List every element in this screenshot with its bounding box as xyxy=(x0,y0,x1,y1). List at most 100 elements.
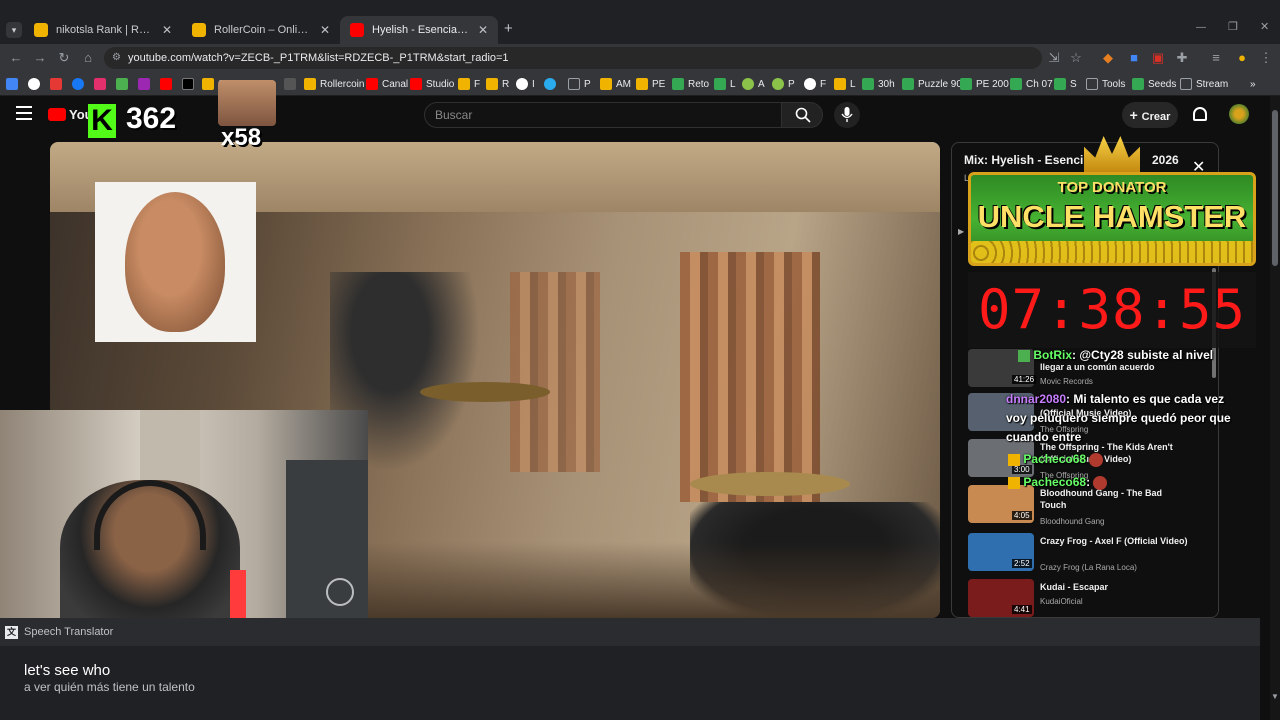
bookmark-item[interactable]: I xyxy=(516,76,535,92)
extension-3-icon[interactable]: ▣ xyxy=(1150,50,1166,66)
reload-icon[interactable]: ↻ xyxy=(56,50,72,66)
chat-message: Pacheco68 xyxy=(1008,452,1208,467)
restore-icon[interactable]: ❐ xyxy=(1228,20,1238,33)
search-input[interactable]: Buscar xyxy=(424,102,782,128)
bookmark-icon[interactable] xyxy=(544,76,556,92)
close-tab-icon[interactable]: ✕ xyxy=(478,23,488,37)
chat-message: BotRix: @Cty28 subiste al nivel xyxy=(1018,348,1268,363)
bookmark-item[interactable]: Ch 07 xyxy=(1010,76,1053,92)
search-button[interactable] xyxy=(781,102,823,128)
hamburger-menu-icon[interactable] xyxy=(16,106,32,120)
bookmark-item[interactable]: F xyxy=(458,76,480,92)
home-icon[interactable]: ⌂ xyxy=(80,50,96,66)
bookmark-icon[interactable] xyxy=(138,76,150,92)
bookmark-item[interactable]: Rollercoin xyxy=(304,76,364,92)
bookmark-item[interactable]: L xyxy=(834,76,856,92)
translated-text: let's see who xyxy=(24,662,111,679)
playlist-title-tail: 2026 xyxy=(1152,153,1179,167)
scrollbar-thumb[interactable] xyxy=(1272,110,1278,266)
bookmark-icon[interactable] xyxy=(284,76,296,92)
emote-icon xyxy=(1089,452,1104,467)
bookmark-item[interactable]: AM xyxy=(600,76,631,92)
bookmark-item[interactable]: Reto xyxy=(672,76,709,92)
page-scrollbar[interactable]: ▼ xyxy=(1270,96,1280,720)
forward-icon[interactable]: → xyxy=(32,50,48,66)
more-bookmarks-icon[interactable]: » xyxy=(1250,76,1256,92)
airplay-icon[interactable] xyxy=(326,578,354,606)
back-icon[interactable]: ← xyxy=(8,50,24,66)
original-text: a ver quién más tiene un talento xyxy=(24,680,195,694)
emote-face-overlay xyxy=(218,80,276,126)
bookmark-star-icon[interactable]: ☆ xyxy=(1068,50,1084,66)
bookmark-item[interactable]: 30h xyxy=(862,76,895,92)
bookmark-item[interactable]: Puzzle 90 xyxy=(902,76,962,92)
new-tab-icon[interactable]: + xyxy=(504,20,513,37)
browser-toolbar: ← → ↻ ⌂ ⚙ youtube.com/watch?v=ZECB-_P1TR… xyxy=(0,44,1280,72)
bookmark-item[interactable]: Studio xyxy=(410,76,454,92)
bookmark-item[interactable]: Canal xyxy=(366,76,408,92)
emote-icon xyxy=(1093,475,1108,490)
create-button[interactable]: + Crear xyxy=(1122,102,1178,128)
bookmark-item[interactable]: PE xyxy=(636,76,665,92)
bookmark-item[interactable]: PE 200 xyxy=(960,76,1009,92)
address-bar[interactable]: ⚙ youtube.com/watch?v=ZECB-_P1TRM&list=R… xyxy=(104,47,1042,69)
bookmark-item[interactable]: Seeds xyxy=(1132,76,1176,92)
tab-nikotsla-rank[interactable]: nikotsla Rank | Rollercoin ✕ xyxy=(24,16,182,44)
close-tab-icon[interactable]: ✕ xyxy=(162,23,172,37)
scroll-down-icon[interactable]: ▼ xyxy=(1271,692,1279,701)
playlist-title[interactable]: Mix: Hyelish - Esenci xyxy=(964,153,1083,167)
video-curtain xyxy=(680,252,820,502)
extension-2-icon[interactable]: ■ xyxy=(1126,50,1142,66)
bookmark-icon[interactable] xyxy=(160,76,172,92)
multiplier-label: x58 xyxy=(221,124,262,151)
playlist-item[interactable]: 4:05 Bloodhound Gang - The Bad Touch Blo… xyxy=(968,485,1212,526)
profile-avatar-icon[interactable]: ● xyxy=(1234,50,1250,66)
bookmark-icon[interactable] xyxy=(116,76,128,92)
account-avatar[interactable] xyxy=(1229,104,1249,124)
video-cymbal xyxy=(420,382,550,402)
bookmark-item[interactable]: L xyxy=(714,76,736,92)
bookmark-folder[interactable]: Tools xyxy=(1086,76,1125,92)
translator-header: 文 Speech Translator xyxy=(0,618,1260,646)
browser-menu-icon[interactable]: ⋮ xyxy=(1258,50,1274,66)
kick-logo-icon: K xyxy=(88,104,116,138)
youtube-header: You Buscar + Crear xyxy=(0,96,1270,134)
voice-search-button[interactable] xyxy=(834,102,860,128)
bookmark-folder[interactable]: P xyxy=(568,76,591,92)
browser-tab-strip: ▾ nikotsla Rank | Rollercoin ✕ RollerCoi… xyxy=(0,0,1280,44)
tab-youtube-video[interactable]: Hyelish - Esencia Podrida 2026 ✕ xyxy=(340,16,498,44)
bookmark-item[interactable]: R xyxy=(486,76,509,92)
playlist-item[interactable]: 4:41 Kudai - Escapar KudaiOficial xyxy=(968,579,1212,617)
face-shape xyxy=(125,192,225,332)
media-control-icon[interactable]: ≡ xyxy=(1208,50,1224,66)
playlist-item[interactable]: 2:52 Crazy Frog - Axel F (Official Video… xyxy=(968,533,1212,573)
close-tab-icon[interactable]: ✕ xyxy=(320,23,330,37)
video-curtain xyxy=(510,272,600,472)
chat-badge-icon xyxy=(1018,349,1030,362)
minimize-icon[interactable]: — xyxy=(1196,22,1206,33)
bookmark-item[interactable]: F xyxy=(804,76,826,92)
tab-list-dropdown[interactable]: ▾ xyxy=(6,22,22,38)
youtube-logo[interactable]: You xyxy=(48,107,93,122)
tab-rollercoin-mining[interactable]: RollerCoin – Online Bitcoin Min ✕ xyxy=(182,16,340,44)
bookmark-icon[interactable] xyxy=(50,76,62,92)
video-cymbal xyxy=(690,472,850,496)
extensions-puzzle-icon[interactable]: ✚ xyxy=(1174,50,1190,66)
install-app-icon[interactable]: ⇲ xyxy=(1046,50,1062,66)
site-info-icon[interactable]: ⚙ xyxy=(112,47,121,69)
x-twitter-icon[interactable] xyxy=(182,76,194,92)
bookmark-folder[interactable]: Stream xyxy=(1180,76,1228,92)
close-window-icon[interactable]: ✕ xyxy=(1260,20,1269,33)
bookmark-item[interactable]: A xyxy=(742,76,765,92)
extension-1-icon[interactable]: ◆ xyxy=(1100,50,1116,66)
bookmark-icon[interactable] xyxy=(94,76,106,92)
bookmark-item[interactable]: P xyxy=(772,76,795,92)
rollercoin-favicon-icon xyxy=(34,23,48,37)
chat-message: Pacheco68: xyxy=(1008,475,1208,490)
bookmark-icon[interactable] xyxy=(28,76,40,92)
bookmark-icon[interactable] xyxy=(72,76,84,92)
youtube-favicon-icon xyxy=(350,23,364,37)
notifications-bell-icon[interactable] xyxy=(1193,107,1207,121)
bookmark-item[interactable]: S xyxy=(1054,76,1077,92)
apps-icon[interactable] xyxy=(6,76,18,92)
